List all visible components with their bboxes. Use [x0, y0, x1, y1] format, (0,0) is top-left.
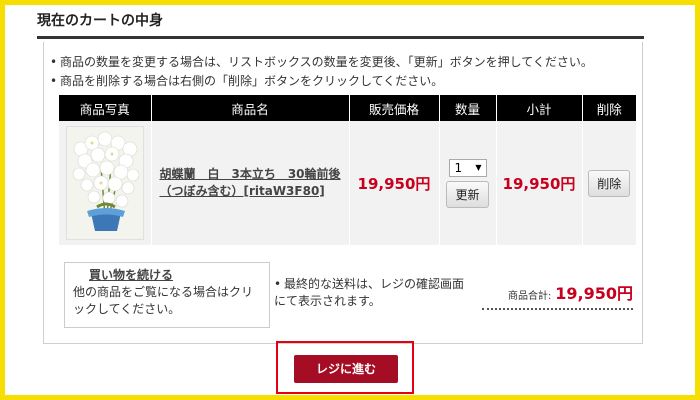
header-delete: 削除: [582, 95, 636, 121]
product-name-link[interactable]: 胡蝶蘭 白 3本立ち 30輪前後 （つぼみ含む）[ritaW3F80]: [155, 166, 344, 200]
subtotal-cell: 19,950円: [496, 121, 583, 245]
table-header-row: 商品写真 商品名 販売価格 数量 小計 削除: [59, 95, 636, 121]
instruction-item: • 商品の数量を変更する場合は、リストボックスの数量を変更後、「更新」ボタンを押し…: [50, 55, 593, 69]
instruction-text: 商品の数量を変更する場合は、リストボックスの数量を変更後、「更新」ボタンを押して…: [60, 55, 593, 69]
subtotal-value: 19,950円: [502, 174, 576, 193]
product-name-line2: （つぼみ含む）[ritaW3F80]: [159, 184, 325, 198]
orchid-image-icon: [66, 127, 143, 239]
continue-shopping-link[interactable]: 買い物を続ける: [89, 267, 261, 284]
quantity-cell: 1 ▼ 更新: [439, 121, 497, 245]
total-label: 商品合計:: [508, 291, 552, 302]
shipping-note: • 最終的な送料は、レジの確認画面にて表示されます。: [274, 277, 465, 308]
table-row: 胡蝶蘭 白 3本立ち 30輪前後 （つぼみ含む）[ritaW3F80] 19,9…: [59, 121, 636, 245]
checkout-button[interactable]: レジに進む: [294, 355, 398, 383]
product-image[interactable]: [65, 126, 144, 240]
quantity-select[interactable]: 1 ▼: [448, 158, 487, 177]
instruction-item: • 商品を削除する場合は右側の「削除」ボタンをクリックしてください。: [50, 74, 444, 88]
header-name: 商品名: [151, 95, 350, 121]
chevron-down-icon: ▼: [475, 162, 482, 172]
cart-table: 商品写真 商品名 販売価格 数量 小計 削除 胡蝶蘭 白 3本立ち 30輪前後 …: [59, 95, 636, 245]
instructions: • 商品の数量を変更する場合は、リストボックスの数量を変更後、「更新」ボタンを押し…: [50, 53, 593, 91]
name-cell: 胡蝶蘭 白 3本立ち 30輪前後 （つぼみ含む）[ritaW3F80]: [151, 121, 350, 245]
photo-cell: [59, 121, 152, 245]
instruction-text: 商品を削除する場合は右側の「削除」ボタンをクリックしてください。: [60, 74, 444, 88]
header-price: 販売価格: [349, 95, 440, 121]
unit-price: 19,950円: [357, 174, 431, 193]
header-subtotal: 小計: [496, 95, 583, 121]
order-total: 商品合計: 19,950円: [482, 278, 633, 310]
header-photo: 商品写真: [59, 95, 152, 121]
update-button[interactable]: 更新: [446, 180, 489, 208]
quantity-value: 1: [454, 160, 463, 175]
total-value: 19,950円: [555, 284, 633, 303]
continue-shopping-text: 他の商品をご覧になる場合はクリックしてください。: [73, 285, 254, 316]
title-divider: [37, 36, 644, 39]
delete-button[interactable]: 削除: [588, 169, 631, 197]
price-cell: 19,950円: [349, 121, 440, 245]
delete-cell: 削除: [582, 121, 636, 245]
continue-shopping-box: 買い物を続ける 他の商品をご覧になる場合はクリックしてください。: [64, 262, 270, 328]
header-quantity: 数量: [439, 95, 497, 121]
section-title: 現在のカートの中身: [37, 13, 163, 29]
product-name-line1: 胡蝶蘭 白 3本立ち 30輪前後: [159, 167, 341, 181]
shipping-note-text: 最終的な送料は、レジの確認画面にて表示されます。: [274, 277, 465, 308]
